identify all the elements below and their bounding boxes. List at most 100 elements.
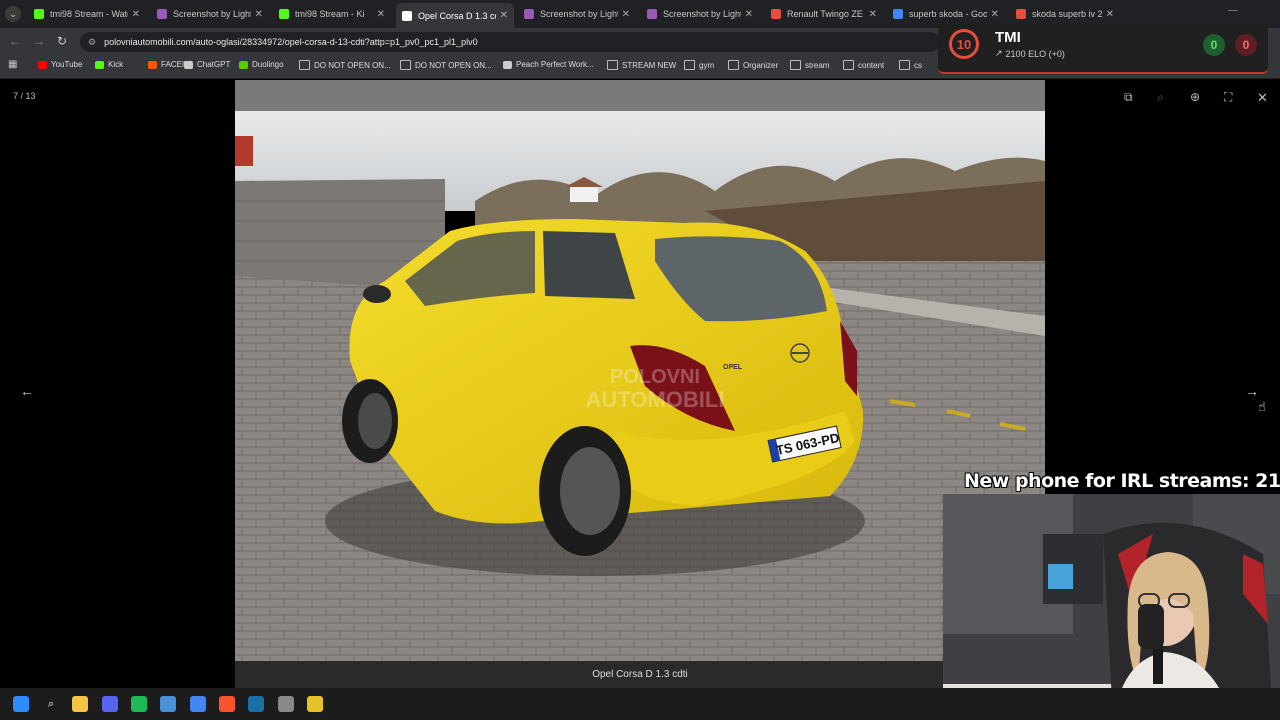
bookmark-10[interactable]: gym: [684, 60, 714, 70]
bookmark-2[interactable]: Kick: [95, 60, 123, 69]
taskbar: ⌕: [0, 688, 1280, 720]
faceit-losses: 0: [1235, 34, 1257, 56]
previous-image-arrow-icon[interactable]: ←: [20, 383, 34, 399]
tab-1[interactable]: tmi98 Stream - Watch ✕: [28, 3, 146, 25]
faceit-level: 10: [956, 36, 972, 52]
next-image-arrow-icon[interactable]: →: [1245, 383, 1259, 399]
bookmark-8[interactable]: Peach Perfect Work...: [503, 60, 594, 69]
watermark-line-2: AUTOMOBILI: [586, 387, 725, 412]
bookmark-label: gym: [699, 60, 715, 70]
folder-icon: [843, 60, 854, 70]
app-icon[interactable]: [160, 696, 176, 712]
polovni-icon: [1016, 9, 1026, 19]
duolingo-icon: [239, 60, 248, 69]
bookmark-13[interactable]: content: [843, 60, 884, 70]
bookmark-label: DO NOT OPEN ON...: [415, 60, 492, 70]
stream-goal-text: New phone for IRL streams: 21 / 300: [964, 470, 1280, 492]
tab-3[interactable]: tmi98 Stream - Ki ✕: [273, 3, 391, 25]
tab-6[interactable]: Screenshot by Lightsh ✕: [641, 3, 759, 25]
webcam-feed: [943, 494, 1280, 720]
bookmark-label: ChatGPT: [197, 60, 231, 69]
file-explorer-icon[interactable]: [72, 696, 88, 712]
tab-title: tmi98 Stream - Ki: [295, 9, 365, 19]
bookmark-label: Peach Perfect Work...: [516, 60, 594, 69]
faceit-wins: 0: [1203, 34, 1225, 56]
bookmark-9[interactable]: STREAM NEW: [607, 60, 676, 70]
kick-icon: [34, 9, 44, 19]
bookmark-11[interactable]: Organizer: [728, 60, 778, 70]
photo-caption: Opel Corsa D 1.3 cdti: [235, 661, 1045, 688]
bookmark-1[interactable]: YouTube: [38, 60, 82, 69]
windows-icon[interactable]: [13, 696, 29, 712]
close-tab-icon[interactable]: ✕: [132, 9, 140, 20]
tab-4[interactable]: Opel Corsa D 1.3 cdti ✕: [396, 3, 514, 28]
forward-button[interactable]: →: [33, 34, 45, 48]
tab-title: Screenshot by Lightsh: [540, 9, 618, 19]
tab-7[interactable]: Renault Twingo ZE A ✕: [765, 3, 883, 25]
zoom-out-icon[interactable]: ⌕: [1157, 90, 1164, 105]
bookmark-14[interactable]: cs: [899, 60, 922, 70]
close-tab-icon[interactable]: ✕: [255, 9, 263, 20]
photo-top-band: [235, 80, 1045, 111]
faceit-overlay: 10 TMI ↗ 2100 ELO (+0) 0 0: [938, 24, 1268, 74]
bookmark-3[interactable]: FACEIT: [148, 60, 189, 69]
folder-icon: [607, 60, 618, 70]
close-tab-icon[interactable]: ✕: [1106, 9, 1114, 20]
bookmark-7[interactable]: DO NOT OPEN ON...: [400, 60, 492, 70]
bookmark-label: STREAM NEW: [622, 60, 677, 70]
thumbnails-icon[interactable]: ⧉: [1124, 90, 1133, 105]
tab-title: Screenshot by Lightsh: [173, 9, 251, 19]
folder-icon: [728, 60, 739, 70]
tab-title: superb skoda - Goog: [909, 9, 987, 19]
faceit-level-icon: 10: [949, 29, 979, 59]
close-tab-icon[interactable]: ✕: [869, 9, 877, 20]
url-text[interactable]: polovniautomobili.com/auto-oglasi/283349…: [104, 37, 478, 47]
chrome-icon[interactable]: [190, 696, 206, 712]
folder-icon: [299, 60, 310, 70]
lightshot-icon: [647, 9, 657, 19]
chatgpt-icon: [184, 60, 193, 69]
bookmark-4[interactable]: ChatGPT: [184, 60, 230, 69]
polovni-icon: [771, 9, 781, 19]
faceit-elo-row: ↗ 2100 ELO (+0): [995, 48, 1065, 59]
tab-search-button[interactable]: ⌄: [5, 6, 21, 22]
back-button[interactable]: ←: [9, 34, 21, 48]
fullscreen-icon[interactable]: ⛶: [1224, 90, 1232, 105]
bookmark-5[interactable]: Duolingo: [239, 60, 284, 69]
bookmark-label: Organizer: [743, 60, 779, 70]
app-icon[interactable]: [278, 696, 294, 712]
close-tab-icon[interactable]: ✕: [745, 9, 753, 20]
folder-icon: [899, 60, 910, 70]
tab-9[interactable]: skoda superb iv 2 ... ✕: [1010, 3, 1120, 25]
youtube-icon: [38, 60, 47, 69]
globe-icon: [503, 60, 512, 69]
polovni-icon: [402, 10, 412, 21]
minimize-window-button[interactable]: —: [1228, 5, 1238, 16]
close-tab-icon[interactable]: ✕: [500, 10, 508, 21]
discord-icon[interactable]: [102, 696, 118, 712]
car-photo-image: TS 063-PD OPEL POLOVNI AUTOMOBILI: [235, 111, 1045, 661]
search-icon[interactable]: ⌕: [43, 696, 59, 712]
omnibox[interactable]: ⚙ polovniautomobili.com/auto-oglasi/2833…: [80, 32, 940, 52]
tab-8[interactable]: superb skoda - Goog ✕: [887, 3, 1005, 25]
image-counter: 7 / 13: [13, 91, 36, 101]
reload-button[interactable]: ↻: [57, 34, 67, 48]
steam-icon[interactable]: [248, 696, 264, 712]
tab-5[interactable]: Screenshot by Lightsh ✕: [518, 3, 636, 25]
folder-icon: [400, 60, 411, 70]
site-info-icon[interactable]: ⚙: [88, 37, 96, 48]
bookmark-12[interactable]: stream: [790, 60, 829, 70]
opel-badge: OPEL: [723, 364, 743, 371]
close-tab-icon[interactable]: ✕: [622, 9, 630, 20]
close-tab-icon[interactable]: ✕: [991, 9, 999, 20]
tab-2[interactable]: Screenshot by Lightsh ✕: [151, 3, 269, 25]
bookmark-label: YouTube: [51, 60, 83, 69]
apps-grid-icon[interactable]: ▦: [8, 59, 17, 70]
close-tab-icon[interactable]: ✕: [377, 9, 385, 20]
spotify-icon[interactable]: [131, 696, 147, 712]
bookmark-6[interactable]: DO NOT OPEN ON...: [299, 60, 391, 70]
brave-icon[interactable]: [219, 696, 235, 712]
app-icon[interactable]: [307, 696, 323, 712]
close-icon[interactable]: ✕: [1257, 90, 1268, 106]
zoom-in-icon[interactable]: ⊕: [1190, 90, 1200, 104]
